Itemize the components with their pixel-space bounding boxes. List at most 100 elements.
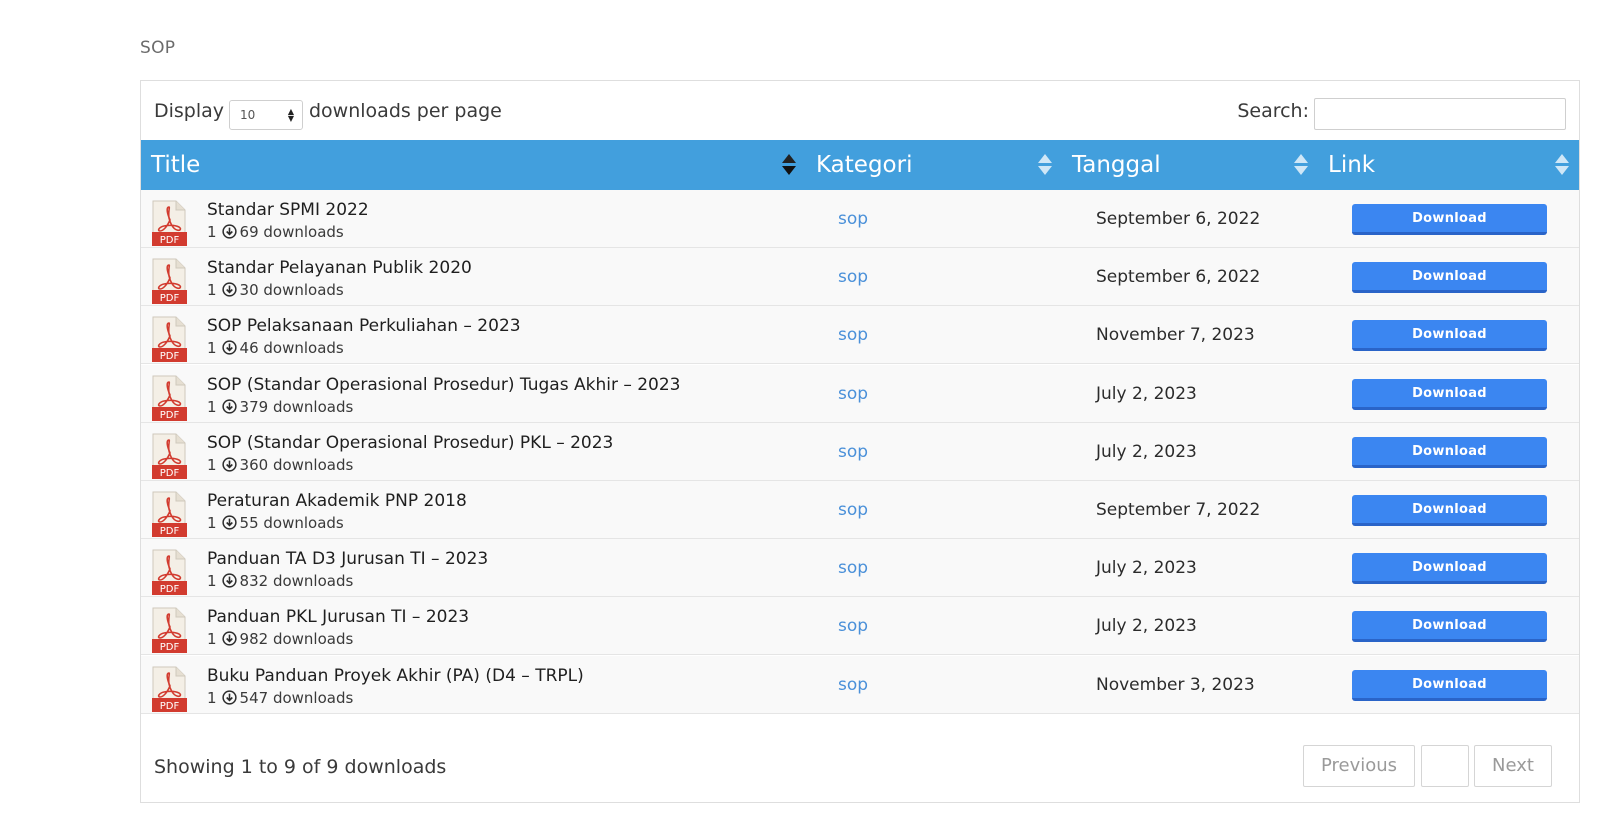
table-header: Title Kategori Tanggal Link	[141, 140, 1579, 190]
sort-arrows-icon	[782, 154, 796, 176]
download-button[interactable]: Download	[1352, 436, 1547, 468]
pdf-file-icon: PDF	[152, 666, 187, 712]
document-meta: 1 832 downloads	[207, 572, 353, 592]
download-count: 982 downloads	[239, 630, 354, 649]
category-link[interactable]: sop	[838, 558, 868, 578]
download-button[interactable]: Download	[1352, 378, 1547, 410]
document-version: 1	[207, 572, 217, 591]
column-header-tanggal[interactable]: Tanggal	[1062, 140, 1318, 190]
document-version: 1	[207, 688, 217, 707]
table-row: PDF Standar SPMI 2022 1 69 downloads sop…	[141, 190, 1579, 248]
download-count: 832 downloads	[239, 572, 354, 591]
download-count: 547 downloads	[239, 688, 354, 707]
download-button[interactable]: Download	[1352, 320, 1547, 352]
document-meta: 1 360 downloads	[207, 456, 353, 476]
pdf-file-icon: PDF	[152, 433, 187, 479]
table-row: PDF Panduan PKL Jurusan TI – 2023 1 982 …	[141, 597, 1579, 656]
download-count: 360 downloads	[239, 455, 354, 474]
column-header-label: Link	[1328, 152, 1376, 178]
download-circle-icon	[221, 340, 237, 359]
column-header-label: Kategori	[816, 152, 913, 178]
pdf-file-icon: PDF	[152, 258, 187, 305]
download-button[interactable]: Download	[1352, 495, 1547, 526]
search-label: Search:	[1237, 100, 1309, 122]
document-title[interactable]: SOP (Standar Operasional Prosedur) Tugas…	[207, 375, 681, 395]
svg-text:PDF: PDF	[160, 526, 180, 537]
document-date: July 2, 2023	[1096, 383, 1197, 404]
column-header-title[interactable]: Title	[141, 140, 806, 190]
document-date: September 7, 2022	[1096, 500, 1261, 520]
document-date: July 2, 2023	[1096, 441, 1197, 462]
document-version: 1	[207, 630, 217, 649]
download-circle-icon	[221, 573, 237, 592]
svg-text:PDF: PDF	[160, 351, 180, 362]
download-button[interactable]: Download	[1352, 262, 1547, 294]
per-page-label: downloads per page	[309, 100, 502, 122]
svg-text:PDF: PDF	[160, 584, 180, 595]
document-title[interactable]: Standar Pelayanan Publik 2020	[207, 258, 472, 278]
column-header-label: Title	[151, 152, 201, 178]
svg-text:PDF: PDF	[160, 468, 180, 479]
next-button[interactable]: Next	[1474, 745, 1552, 787]
sort-arrows-icon	[1294, 154, 1308, 176]
svg-text:PDF: PDF	[160, 293, 180, 304]
column-header-kategori[interactable]: Kategori	[806, 140, 1062, 190]
document-meta: 1 46 downloads	[207, 339, 344, 359]
table-row: PDF SOP Pelaksanaan Perkuliahan – 2023 1…	[141, 306, 1579, 365]
document-title[interactable]: Panduan TA D3 Jurusan TI – 2023	[207, 549, 488, 569]
document-meta: 1 30 downloads	[207, 281, 344, 301]
table-row: PDF Peraturan Akademik PNP 2018 1 55 dow…	[141, 481, 1579, 539]
download-button[interactable]: Download	[1352, 553, 1547, 585]
download-button[interactable]: Download	[1352, 204, 1547, 235]
download-count: 55 downloads	[239, 514, 344, 532]
download-button[interactable]: Download	[1352, 611, 1547, 643]
table-info: Showing 1 to 9 of 9 downloads	[154, 756, 447, 778]
document-date: September 6, 2022	[1096, 209, 1261, 229]
pdf-file-icon: PDF	[152, 549, 187, 596]
download-button[interactable]: Download	[1352, 669, 1547, 701]
category-link[interactable]: sop	[838, 384, 868, 404]
document-version: 1	[207, 514, 217, 532]
category-link[interactable]: sop	[838, 267, 868, 287]
category-link[interactable]: sop	[838, 209, 868, 229]
document-title[interactable]: Peraturan Akademik PNP 2018	[207, 491, 467, 511]
category-link[interactable]: sop	[838, 442, 868, 462]
download-count: 30 downloads	[239, 281, 344, 300]
page-button[interactable]	[1421, 745, 1469, 787]
table-row: PDF SOP (Standar Operasional Prosedur) T…	[141, 364, 1579, 423]
page-size-select[interactable]: 10 ▲ ▼	[229, 100, 303, 130]
document-meta: 1 55 downloads	[207, 514, 344, 534]
download-circle-icon	[221, 631, 237, 650]
download-count: 379 downloads	[239, 397, 354, 416]
document-date: September 6, 2022	[1096, 267, 1261, 288]
previous-button[interactable]: Previous	[1303, 745, 1415, 787]
download-count: 46 downloads	[239, 339, 344, 358]
pagination: Previous Next	[1303, 745, 1553, 787]
svg-text:PDF: PDF	[160, 410, 180, 421]
page-size-value: 10	[240, 108, 256, 122]
category-link[interactable]: sop	[838, 675, 868, 695]
category-link[interactable]: sop	[838, 500, 868, 520]
document-date: November 3, 2023	[1096, 674, 1255, 695]
svg-text:PDF: PDF	[160, 701, 180, 712]
pdf-file-icon: PDF	[152, 375, 187, 421]
document-title[interactable]: Standar SPMI 2022	[207, 200, 369, 220]
select-arrows-icon: ▲ ▼	[287, 107, 294, 123]
download-circle-icon	[221, 689, 237, 709]
section-title: SOP	[140, 38, 176, 58]
category-link[interactable]: sop	[838, 325, 868, 345]
pdf-file-icon: PDF	[152, 316, 187, 363]
document-date: November 7, 2023	[1096, 325, 1255, 346]
column-header-link[interactable]: Link	[1318, 140, 1579, 190]
document-meta: 1 982 downloads	[207, 630, 353, 650]
document-title[interactable]: SOP Pelaksanaan Perkuliahan – 2023	[207, 316, 521, 336]
document-version: 1	[207, 223, 217, 241]
document-title[interactable]: Buku Panduan Proyek Akhir (PA) (D4 – TRP…	[207, 666, 584, 686]
document-title[interactable]: SOP (Standar Operasional Prosedur) PKL –…	[207, 433, 613, 453]
svg-text:PDF: PDF	[160, 642, 180, 653]
table-row: PDF Panduan TA D3 Jurusan TI – 2023 1 83…	[141, 539, 1579, 598]
search-input[interactable]	[1314, 98, 1566, 130]
pdf-file-icon: PDF	[152, 491, 187, 537]
category-link[interactable]: sop	[838, 616, 868, 636]
document-title[interactable]: Panduan PKL Jurusan TI – 2023	[207, 607, 469, 627]
